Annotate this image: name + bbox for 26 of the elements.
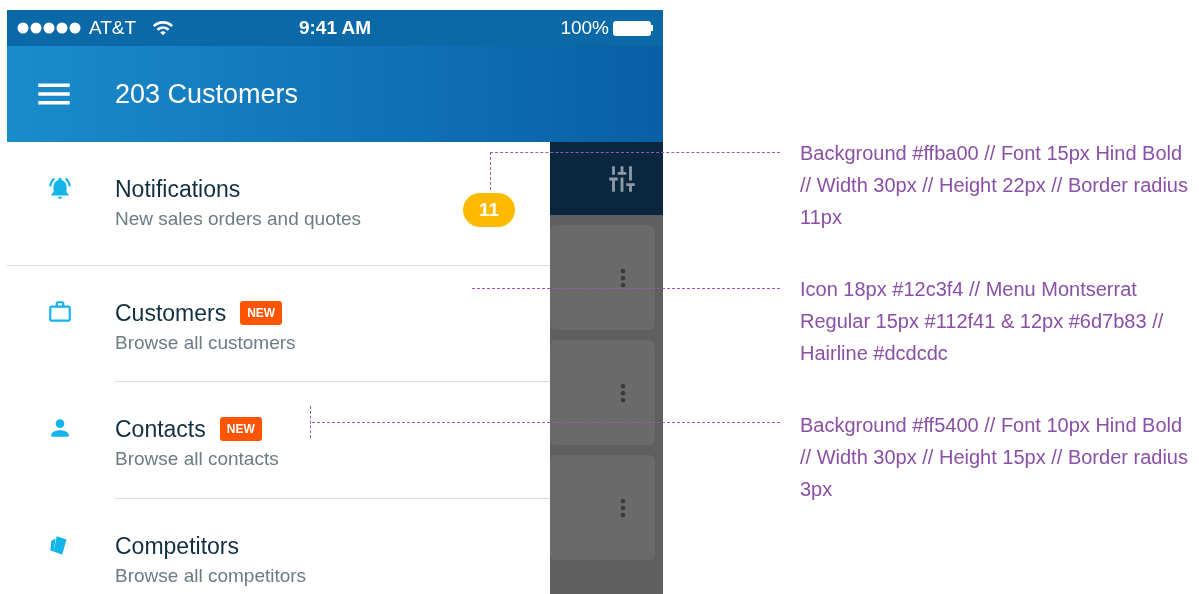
battery-label: 100% [560, 15, 609, 40]
menu-item[interactable]: Contacts NEW Browse all contacts [7, 382, 550, 498]
menu-item[interactable]: Notifications New sales orders and quotes 11 [7, 142, 550, 265]
menu-subtitle: Browse all competitors [115, 564, 307, 588]
new-tag: NEW [240, 301, 283, 325]
annotation-text: Background #ffba00 // Font 15px Hind Bold // Width 30px // Height 22px // Border radius 11px [800, 141, 1189, 230]
count-badge: 11 [463, 193, 515, 227]
menu-title: Customers [115, 299, 227, 328]
menu-item[interactable]: Competitors Browse all competitors [7, 499, 550, 594]
menu-title: Notifications [115, 175, 241, 204]
menu-title: Contacts [115, 415, 206, 444]
annotation-text: Icon 18px #12c3f4 // Menu Montserrat Regular 15px #112f41 & 12px #6d7b83 // Hairline #dcdcdc [800, 277, 1165, 366]
signal-icon [17, 22, 81, 34]
menu-subtitle: Browse all customers [115, 331, 296, 355]
carrier-label: AT&T [89, 15, 137, 40]
menu-subtitle: New sales orders and quotes [115, 207, 362, 231]
menu-subtitle: Browse all contacts [115, 447, 279, 471]
briefcase-icon [47, 299, 73, 325]
header-title: 203 Customers [115, 77, 299, 111]
menu-item[interactable]: Customers NEW Browse all customers [7, 266, 550, 381]
menu-title: Competitors [115, 532, 239, 561]
bell-icon [47, 175, 73, 201]
annotation-text: Background #ff5400 // Font 10px Hind Bold // Width 30px // Height 15px // Border radius 3px [800, 413, 1189, 502]
status-time: 9:41 AM [298, 15, 372, 40]
battery-icon [613, 20, 653, 36]
new-tag: NEW [219, 417, 262, 441]
